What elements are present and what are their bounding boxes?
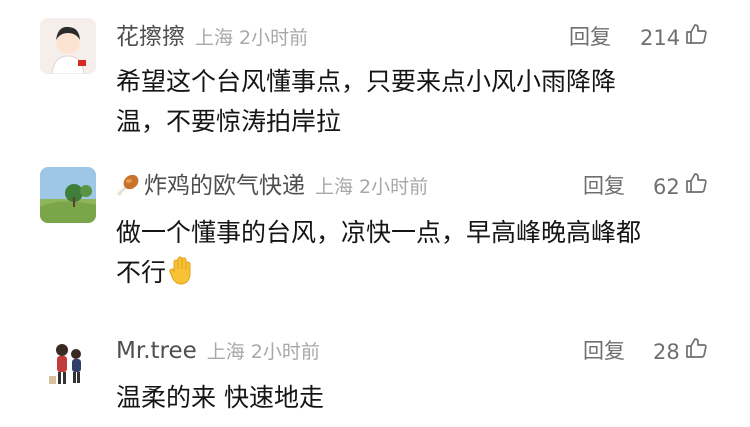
like-count: 62 [653, 175, 680, 199]
comment-item: 花擦擦 上海 2小时前 回复 214 希望这个台风懂事点，只要来点小风小雨降降 温，… [0, 0, 750, 150]
reply-button[interactable]: 回复 [583, 171, 625, 201]
avatar[interactable] [40, 18, 96, 74]
comment-line: 温柔的来 快速地走 [116, 383, 324, 412]
comment-item: Mr.tree 上海 2小时前 回复 28 温柔的来 快速地走 [0, 310, 750, 427]
comment-line: 做一个懂事的台风，凉快一点，早高峰晚高峰都 [116, 218, 642, 247]
thumbs-up-icon [680, 22, 708, 54]
username-row: 炸鸡的欧气快递 上海 2小时前 [116, 171, 428, 205]
reply-button[interactable]: 回复 [569, 22, 611, 52]
comment-text: 温柔的来 快速地走 [116, 378, 324, 418]
comment-text: 希望这个台风懂事点，只要来点小风小雨降降 温，不要惊涛拍岸拉 [116, 62, 616, 142]
comment-item: 炸鸡的欧气快递 上海 2小时前 回复 62 做一个懂事的台风，凉快一点，早高峰晚高峰… [0, 150, 750, 310]
thumbs-up-icon [680, 171, 708, 203]
like-count: 214 [640, 26, 681, 50]
location: 上海 [195, 27, 234, 49]
username[interactable]: 炸鸡的欧气快递 [144, 173, 305, 199]
comment-text: 做一个懂事的台风，凉快一点，早高峰晚高峰都 不行 [116, 213, 641, 297]
username[interactable]: 花擦擦 [116, 24, 185, 50]
thumbs-up-icon [680, 336, 708, 368]
timestamp: 2小时前 [359, 176, 429, 198]
comment-line: 温，不要惊涛拍岸拉 [116, 107, 342, 136]
username-row: Mr.tree 上海 2小时前 [116, 336, 320, 367]
avatar[interactable] [40, 167, 96, 223]
like-button[interactable]: 214 [640, 22, 708, 54]
location: 上海 [315, 176, 354, 198]
username-row: 花擦擦 上海 2小时前 [116, 22, 308, 53]
comment-line: 不行 [116, 258, 167, 287]
timestamp: 2小时前 [239, 27, 309, 49]
location: 上海 [206, 341, 245, 363]
reply-button[interactable]: 回复 [583, 336, 625, 366]
timestamp: 2小时前 [250, 341, 320, 363]
like-count: 28 [653, 340, 680, 364]
like-button[interactable]: 28 [653, 336, 708, 368]
username[interactable]: Mr.tree [116, 338, 197, 364]
comment-line-wrap: 不行 [116, 253, 641, 297]
comment-line: 希望这个台风懂事点，只要来点小风小雨降降 [116, 67, 617, 96]
drumstick-icon [116, 173, 140, 205]
like-button[interactable]: 62 [653, 171, 708, 203]
raised-hand-icon [168, 255, 196, 297]
avatar[interactable] [40, 334, 96, 390]
